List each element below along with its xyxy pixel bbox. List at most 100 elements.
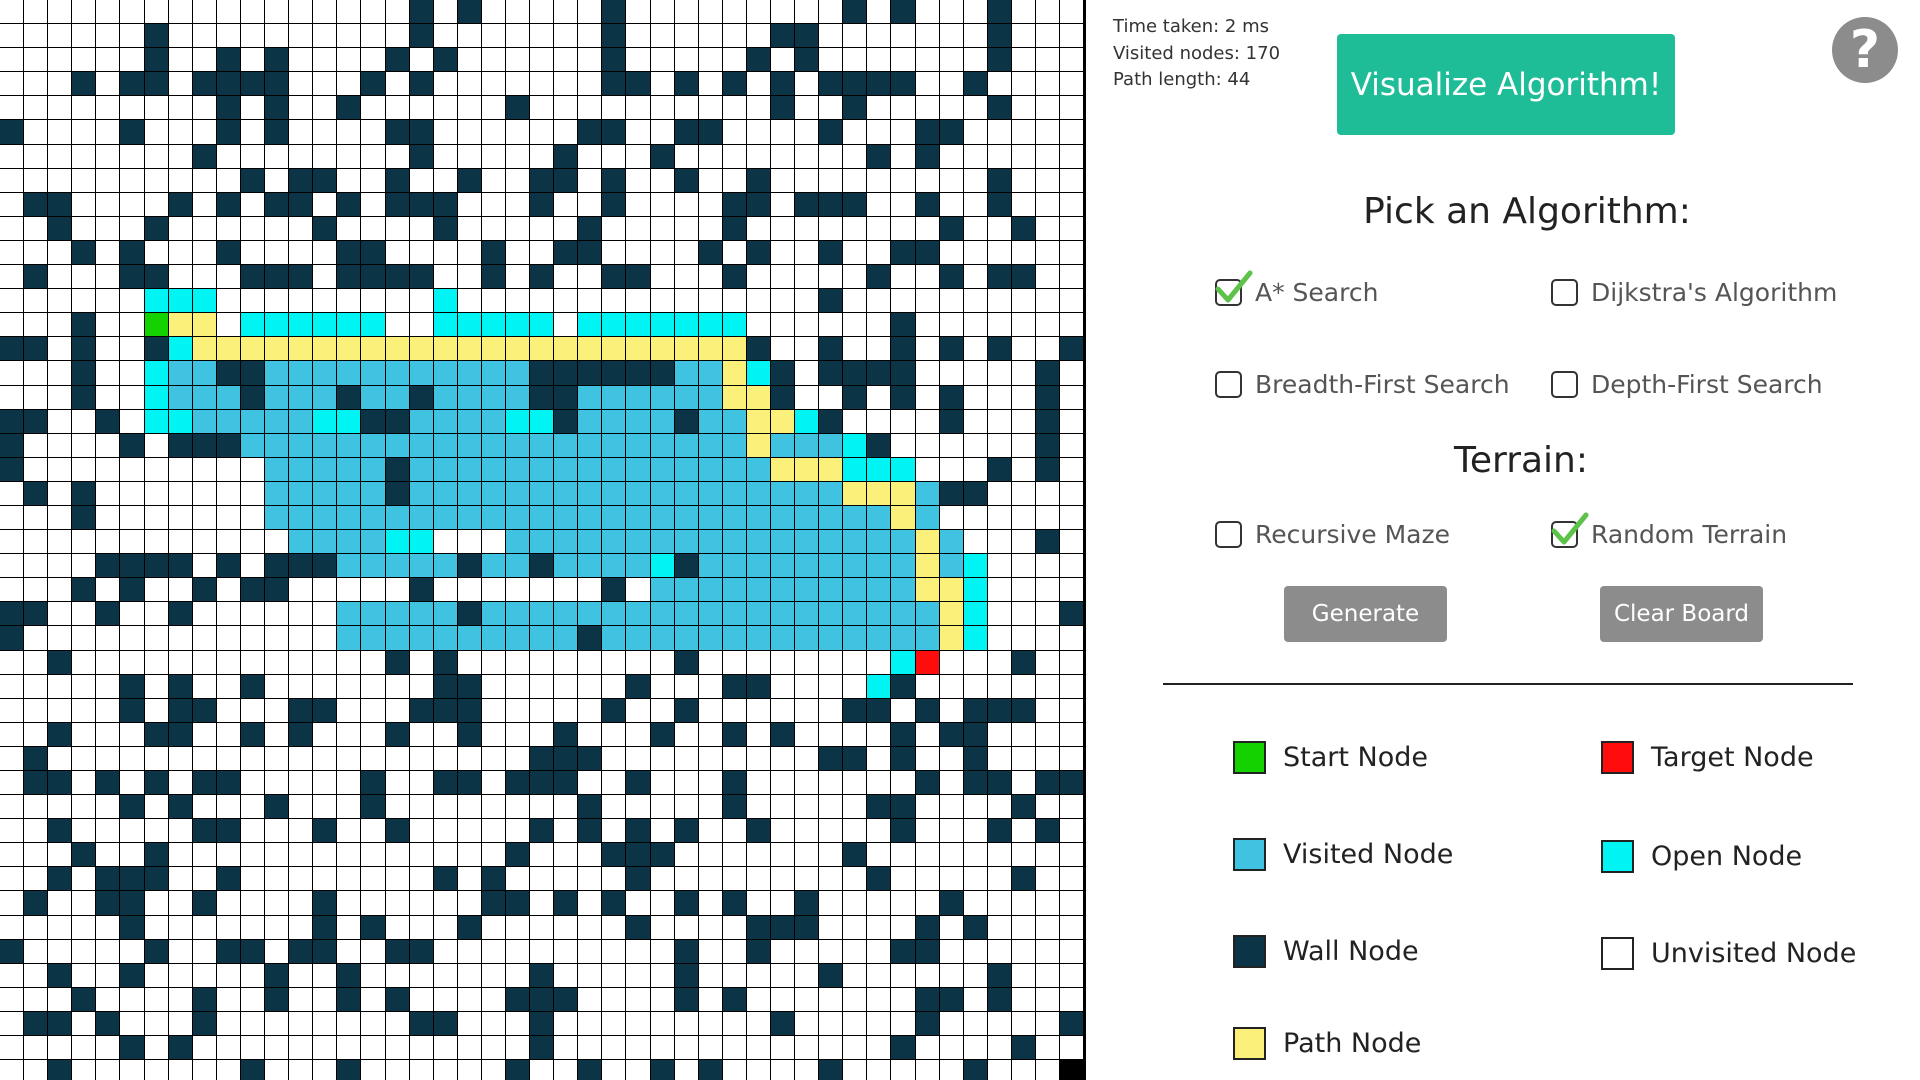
unvisited-cell[interactable]	[963, 216, 988, 241]
unvisited-cell[interactable]	[578, 289, 603, 314]
unvisited-cell[interactable]	[1011, 0, 1037, 25]
unvisited-cell[interactable]	[1060, 192, 1085, 217]
visited-cell[interactable]	[722, 602, 747, 627]
unvisited-cell[interactable]	[48, 144, 73, 169]
unvisited-cell[interactable]	[385, 313, 410, 338]
visited-cell[interactable]	[602, 409, 627, 434]
unvisited-cell[interactable]	[578, 771, 603, 796]
visited-cell[interactable]	[361, 505, 386, 531]
unvisited-cell[interactable]	[987, 385, 1012, 410]
unvisited-cell[interactable]	[337, 891, 362, 916]
wall-cell[interactable]	[987, 698, 1012, 723]
wall-cell[interactable]	[963, 1060, 988, 1080]
unvisited-cell[interactable]	[457, 120, 482, 145]
wall-cell[interactable]	[602, 72, 627, 97]
unvisited-cell[interactable]	[72, 650, 97, 675]
wall-cell[interactable]	[771, 72, 796, 97]
unvisited-cell[interactable]	[505, 1036, 531, 1061]
unvisited-cell[interactable]	[698, 1036, 723, 1061]
unvisited-cell[interactable]	[554, 578, 579, 603]
path-cell[interactable]	[746, 385, 771, 410]
unvisited-cell[interactable]	[265, 144, 290, 169]
wall-cell[interactable]	[843, 746, 868, 771]
unvisited-cell[interactable]	[795, 216, 820, 241]
unvisited-cell[interactable]	[48, 674, 73, 699]
unvisited-cell[interactable]	[698, 24, 723, 49]
wall-cell[interactable]	[505, 843, 531, 868]
visited-cell[interactable]	[650, 457, 675, 482]
wall-cell[interactable]	[313, 915, 338, 940]
unvisited-cell[interactable]	[265, 289, 290, 314]
unvisited-cell[interactable]	[216, 216, 241, 241]
unvisited-cell[interactable]	[698, 168, 723, 193]
visited-cell[interactable]	[481, 626, 506, 651]
unvisited-cell[interactable]	[289, 771, 314, 796]
unvisited-cell[interactable]	[313, 24, 338, 49]
wall-cell[interactable]	[168, 602, 193, 627]
unvisited-cell[interactable]	[481, 963, 506, 988]
unvisited-cell[interactable]	[650, 265, 675, 290]
unvisited-cell[interactable]	[144, 144, 169, 169]
wall-cell[interactable]	[337, 963, 362, 988]
unvisited-cell[interactable]	[48, 843, 73, 868]
open-cell[interactable]	[963, 554, 988, 579]
visited-cell[interactable]	[698, 433, 723, 458]
unvisited-cell[interactable]	[192, 240, 217, 266]
wall-cell[interactable]	[313, 819, 338, 844]
wall-cell[interactable]	[409, 120, 434, 145]
unvisited-cell[interactable]	[0, 698, 25, 723]
wall-cell[interactable]	[265, 96, 290, 121]
unvisited-cell[interactable]	[698, 674, 723, 699]
unvisited-cell[interactable]	[72, 771, 97, 796]
unvisited-cell[interactable]	[915, 289, 940, 314]
unvisited-cell[interactable]	[795, 120, 820, 145]
unvisited-cell[interactable]	[650, 120, 675, 145]
unvisited-cell[interactable]	[867, 409, 892, 434]
unvisited-cell[interactable]	[1011, 409, 1037, 434]
unvisited-cell[interactable]	[843, 265, 868, 290]
unvisited-cell[interactable]	[168, 626, 193, 651]
unvisited-cell[interactable]	[96, 987, 121, 1012]
unvisited-cell[interactable]	[771, 48, 796, 73]
unvisited-cell[interactable]	[313, 650, 338, 675]
visited-cell[interactable]	[602, 602, 627, 627]
unvisited-cell[interactable]	[120, 144, 145, 169]
unvisited-cell[interactable]	[265, 0, 290, 25]
wall-cell[interactable]	[0, 120, 25, 145]
visited-cell[interactable]	[385, 554, 410, 579]
wall-cell[interactable]	[120, 915, 145, 940]
unvisited-cell[interactable]	[216, 481, 241, 506]
unvisited-cell[interactable]	[240, 650, 266, 675]
unvisited-cell[interactable]	[433, 963, 458, 988]
unvisited-cell[interactable]	[867, 722, 892, 747]
unvisited-cell[interactable]	[554, 819, 579, 844]
unvisited-cell[interactable]	[891, 48, 916, 73]
wall-cell[interactable]	[987, 265, 1012, 290]
unvisited-cell[interactable]	[120, 361, 145, 386]
wall-cell[interactable]	[602, 698, 627, 723]
unvisited-cell[interactable]	[795, 265, 820, 290]
unvisited-cell[interactable]	[313, 602, 338, 627]
unvisited-cell[interactable]	[192, 481, 217, 506]
unvisited-cell[interactable]	[0, 289, 25, 314]
unvisited-cell[interactable]	[505, 698, 531, 723]
visited-cell[interactable]	[626, 554, 651, 579]
unvisited-cell[interactable]	[530, 674, 555, 699]
unvisited-cell[interactable]	[457, 240, 482, 266]
unvisited-cell[interactable]	[795, 674, 820, 699]
wall-cell[interactable]	[867, 698, 892, 723]
unvisited-cell[interactable]	[1011, 337, 1037, 362]
unvisited-cell[interactable]	[168, 530, 193, 555]
unvisited-cell[interactable]	[24, 72, 49, 97]
unvisited-cell[interactable]	[915, 819, 940, 844]
unvisited-cell[interactable]	[192, 530, 217, 555]
visited-cell[interactable]	[313, 481, 338, 506]
wall-cell[interactable]	[578, 1060, 603, 1080]
wall-cell[interactable]	[963, 481, 988, 506]
open-cell[interactable]	[433, 289, 458, 314]
unvisited-cell[interactable]	[819, 771, 844, 796]
unvisited-cell[interactable]	[96, 795, 121, 820]
unvisited-cell[interactable]	[313, 771, 338, 796]
unvisited-cell[interactable]	[602, 722, 627, 747]
unvisited-cell[interactable]	[0, 771, 25, 796]
